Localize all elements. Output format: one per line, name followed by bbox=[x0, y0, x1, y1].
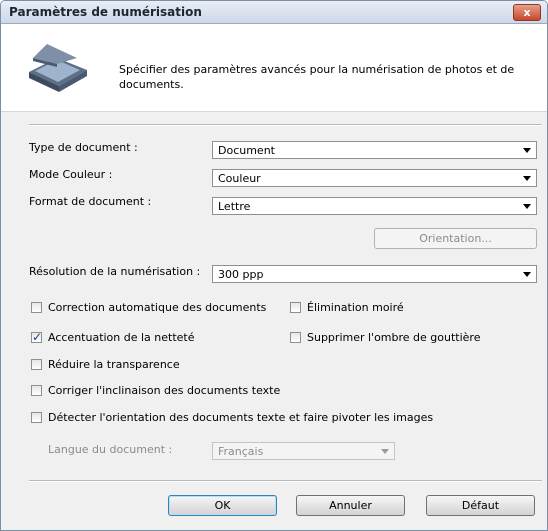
doc-format-label: Format de document : bbox=[29, 195, 152, 208]
ok-button[interactable]: OK bbox=[168, 495, 277, 516]
separator bbox=[29, 480, 542, 482]
checkmark-icon: ✓ bbox=[32, 330, 43, 344]
chevron-down-icon bbox=[381, 449, 389, 454]
resolution-value: 300 ppp bbox=[218, 268, 264, 281]
scanner-icon bbox=[29, 44, 87, 92]
language-value: Français bbox=[218, 445, 264, 458]
default-button[interactable]: Défaut bbox=[426, 495, 535, 516]
skew-correction-label: Corriger l'inclinaison des documents tex… bbox=[48, 384, 281, 397]
detect-orientation-label: Détecter l'orientation des documents tex… bbox=[48, 411, 434, 424]
separator bbox=[29, 124, 542, 126]
chevron-down-icon bbox=[523, 148, 531, 153]
doc-type-select[interactable]: Document bbox=[212, 141, 537, 159]
doc-type-label: Type de document : bbox=[29, 141, 138, 154]
language-label: Langue du document : bbox=[48, 443, 173, 456]
chevron-down-icon bbox=[523, 204, 531, 209]
checkbox-box[interactable]: ✓ bbox=[31, 330, 43, 344]
checkbox-box[interactable] bbox=[290, 302, 301, 313]
orientation-button[interactable]: Orientation... bbox=[374, 228, 537, 249]
resolution-label: Résolution de la numérisation : bbox=[29, 265, 201, 278]
chevron-down-icon bbox=[523, 176, 531, 181]
gutter-shadow-label: Supprimer l'ombre de gouttière bbox=[307, 331, 481, 344]
doc-type-value: Document bbox=[218, 144, 275, 157]
color-mode-value: Couleur bbox=[218, 172, 261, 185]
checkbox-box[interactable] bbox=[31, 412, 42, 423]
checkbox-box[interactable] bbox=[31, 359, 42, 370]
checkbox-box[interactable] bbox=[31, 302, 42, 313]
auto-correction-label: Correction automatique des documents bbox=[48, 301, 267, 314]
title-bar[interactable]: Paramètres de numérisation x bbox=[1, 1, 547, 24]
dialog-title: Paramètres de numérisation bbox=[9, 5, 202, 19]
description-line-1: Spécifier des paramètres avancés pour la… bbox=[119, 63, 515, 76]
sharpen-label: Accentuation de la netteté bbox=[48, 331, 195, 344]
chevron-down-icon bbox=[523, 272, 531, 277]
header-panel: Spécifier des paramètres avancés pour la… bbox=[1, 24, 547, 112]
doc-format-select[interactable]: Lettre bbox=[212, 197, 537, 215]
checkbox-box[interactable] bbox=[31, 385, 42, 396]
resolution-select[interactable]: 300 ppp bbox=[212, 265, 537, 283]
scan-settings-dialog: Paramètres de numérisation x Spécifier d… bbox=[0, 0, 548, 531]
header-description: Spécifier des paramètres avancés pour la… bbox=[119, 62, 539, 92]
color-mode-select[interactable]: Couleur bbox=[212, 169, 537, 187]
language-select[interactable]: Français bbox=[212, 442, 395, 460]
cancel-button[interactable]: Annuler bbox=[296, 495, 405, 516]
close-icon: x bbox=[523, 6, 531, 19]
checkbox-box[interactable] bbox=[290, 332, 301, 343]
doc-format-value: Lettre bbox=[218, 200, 251, 213]
close-button[interactable]: x bbox=[513, 4, 541, 21]
description-line-2: documents. bbox=[119, 78, 184, 91]
moire-label: Élimination moiré bbox=[307, 301, 404, 314]
color-mode-label: Mode Couleur : bbox=[29, 168, 113, 181]
reduce-show-through-label: Réduire la transparence bbox=[48, 358, 180, 371]
